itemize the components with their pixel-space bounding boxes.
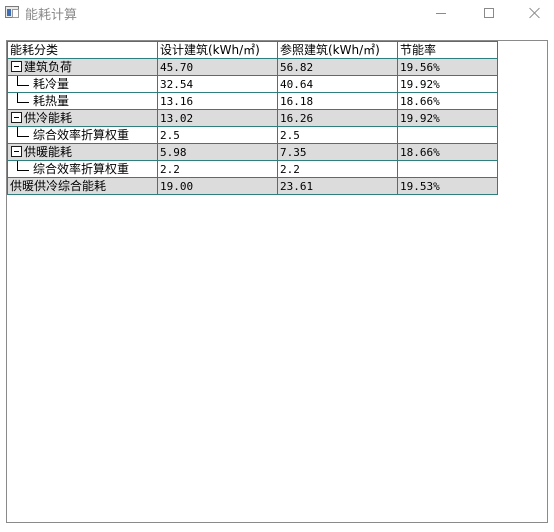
reference-value[interactable]: 40.64	[277, 75, 398, 93]
reference-value[interactable]: 7.35	[277, 143, 398, 161]
saving-rate-value[interactable]: 18.66%	[397, 143, 498, 161]
category-cell: 耗冷量	[7, 75, 158, 93]
close-button[interactable]	[512, 0, 554, 26]
design-value[interactable]: 19.00	[157, 177, 278, 195]
tree-branch-icon	[13, 127, 33, 143]
header-category[interactable]: 能耗分类	[7, 41, 158, 59]
tree-branch-icon	[13, 93, 33, 109]
design-value[interactable]: 45.70	[157, 58, 278, 76]
table-row-building-load[interactable]: 建筑负荷 45.70 56.82 19.56%	[7, 58, 498, 76]
saving-rate-value[interactable]: 19.92%	[397, 109, 498, 127]
minimize-button[interactable]	[418, 0, 464, 26]
header-reference[interactable]: 参照建筑(kWh/㎡)	[277, 41, 398, 59]
title-bar: 能耗计算	[0, 0, 554, 26]
reference-value[interactable]: 16.26	[277, 109, 398, 127]
maximize-icon	[484, 8, 494, 18]
reference-value[interactable]: 23.61	[277, 177, 398, 195]
saving-rate-value[interactable]: 19.92%	[397, 75, 498, 93]
energy-table: 能耗分类 设计建筑(kWh/㎡) 参照建筑(kWh/㎡) 节能率 建筑负荷 45…	[7, 41, 498, 195]
saving-rate-value[interactable]: 19.56%	[397, 58, 498, 76]
category-cell: 供暖供冷综合能耗	[7, 177, 158, 195]
category-cell: 综合效率折算权重	[7, 126, 158, 144]
design-value[interactable]: 2.2	[157, 160, 278, 178]
row-label: 供暖能耗	[24, 144, 73, 159]
tree-branch-icon	[13, 161, 33, 177]
header-saving-rate[interactable]: 节能率	[397, 41, 498, 59]
row-label: 综合效率折算权重	[33, 161, 130, 176]
saving-rate-value[interactable]	[397, 160, 498, 178]
row-label: 供暖供冷综合能耗	[10, 178, 107, 193]
collapse-toggle-icon[interactable]	[11, 145, 22, 157]
reference-value[interactable]: 16.18	[277, 92, 398, 110]
table-row-heating-energy[interactable]: 供暖能耗 5.98 7.35 18.66%	[7, 143, 498, 161]
collapse-toggle-icon[interactable]	[11, 60, 22, 72]
design-value[interactable]: 5.98	[157, 143, 278, 161]
design-value[interactable]: 13.02	[157, 109, 278, 127]
category-cell: 供暖能耗	[7, 143, 158, 161]
row-label: 综合效率折算权重	[33, 127, 130, 142]
window-title: 能耗计算	[25, 8, 78, 23]
maximize-button[interactable]	[466, 0, 512, 26]
table-row-cooling-weight[interactable]: 综合效率折算权重 2.5 2.5	[7, 126, 498, 144]
category-cell: 供冷能耗	[7, 109, 158, 127]
saving-rate-value[interactable]: 18.66%	[397, 92, 498, 110]
reference-value[interactable]: 2.2	[277, 160, 398, 178]
tree-branch-icon	[13, 76, 33, 92]
design-value[interactable]: 2.5	[157, 126, 278, 144]
header-design[interactable]: 设计建筑(kWh/㎡)	[157, 41, 278, 59]
saving-rate-value[interactable]: 19.53%	[397, 177, 498, 195]
row-label: 耗冷量	[33, 76, 70, 91]
design-value[interactable]: 13.16	[157, 92, 278, 110]
table-row-heating-weight[interactable]: 综合效率折算权重 2.2 2.2	[7, 160, 498, 178]
design-value[interactable]: 32.54	[157, 75, 278, 93]
table-row-cooling-energy[interactable]: 供冷能耗 13.02 16.26 19.92%	[7, 109, 498, 127]
collapse-toggle-icon[interactable]	[11, 111, 22, 123]
table-row-cooling-load[interactable]: 耗冷量 32.54 40.64 19.92%	[7, 75, 498, 93]
table-header-row: 能耗分类 设计建筑(kWh/㎡) 参照建筑(kWh/㎡) 节能率	[7, 41, 498, 59]
saving-rate-value[interactable]	[397, 126, 498, 144]
close-icon	[529, 7, 541, 19]
reference-value[interactable]: 56.82	[277, 58, 398, 76]
category-cell: 综合效率折算权重	[7, 160, 158, 178]
reference-value[interactable]: 2.5	[277, 126, 398, 144]
row-label: 耗热量	[33, 93, 70, 108]
minimize-icon	[436, 12, 446, 14]
table-row-heating-load[interactable]: 耗热量 13.16 16.18 18.66%	[7, 92, 498, 110]
category-cell: 耗热量	[7, 92, 158, 110]
table-row-total-energy[interactable]: 供暖供冷综合能耗 19.00 23.61 19.53%	[7, 177, 498, 195]
row-label: 供冷能耗	[24, 110, 73, 125]
app-window-icon[interactable]	[5, 6, 19, 18]
grid-panel: 能耗分类 设计建筑(kWh/㎡) 参照建筑(kWh/㎡) 节能率 建筑负荷 45…	[6, 40, 548, 523]
category-cell: 建筑负荷	[7, 58, 158, 76]
row-label: 建筑负荷	[24, 59, 73, 74]
